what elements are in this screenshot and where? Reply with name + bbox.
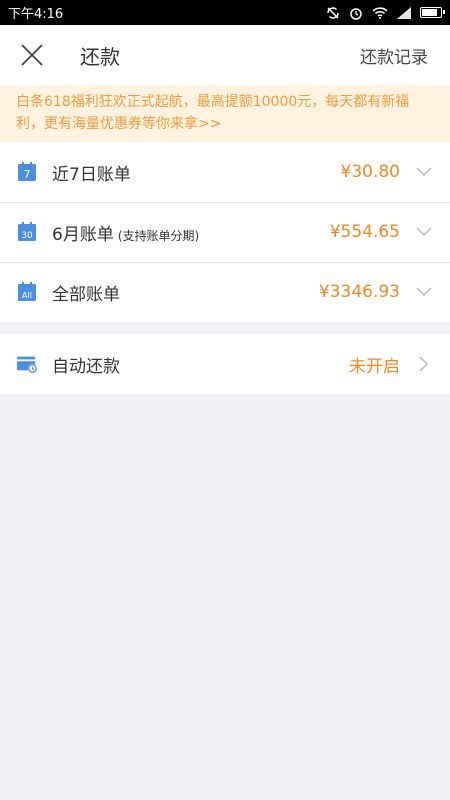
sync-off-icon xyxy=(326,6,340,20)
bill-row-june[interactable]: 30 6月账单 (支持账单分期) ¥554.65 xyxy=(0,202,450,262)
navigation-bar: 还款 还款记录 xyxy=(0,25,450,85)
signal-icon xyxy=(397,6,411,19)
close-button[interactable] xyxy=(0,25,64,85)
calendar-30-icon: 30 xyxy=(16,221,38,243)
status-icons xyxy=(326,6,445,20)
bill-label: 全部账单 xyxy=(52,280,319,305)
promo-notice[interactable]: 白条618福利狂欢正式起航，最高提额10000元，每天都有新福利，更有海量优惠券… xyxy=(0,85,450,142)
bill-amount: ¥30.80 xyxy=(340,162,400,182)
bill-row-all[interactable]: All 全部账单 ¥3346.93 xyxy=(0,262,450,322)
autopay-label: 自动还款 xyxy=(52,352,349,377)
bill-label: 近7日账单 xyxy=(52,160,341,185)
bill-list: 7 近7日账单 ¥30.80 30 6月账单 (支持账单分期) ¥554.65 xyxy=(0,142,450,322)
chevron-right-icon xyxy=(414,354,434,374)
alarm-icon xyxy=(349,6,363,20)
calendar-7-icon: 7 xyxy=(16,161,38,183)
bill-amount: ¥554.65 xyxy=(329,222,400,242)
chevron-down-icon xyxy=(414,282,434,302)
svg-text:All: All xyxy=(22,291,32,300)
autopay-title: 自动还款 xyxy=(52,356,120,377)
autopay-card-icon xyxy=(16,353,38,375)
bill-title: 6月账单 xyxy=(52,224,114,245)
autopay-section: 自动还款 未开启 xyxy=(0,334,450,394)
bill-row-7days[interactable]: 7 近7日账单 ¥30.80 xyxy=(0,142,450,202)
chevron-down-icon xyxy=(414,162,434,182)
wifi-icon xyxy=(372,6,388,19)
bill-label: 6月账单 (支持账单分期) xyxy=(52,220,330,245)
bill-amount: ¥3346.93 xyxy=(318,282,400,302)
autopay-status: 未开启 xyxy=(349,356,400,377)
section-divider xyxy=(0,322,450,334)
bill-title: 近7日账单 xyxy=(52,164,131,185)
bill-title: 全部账单 xyxy=(52,284,120,305)
close-icon xyxy=(21,44,43,66)
page-title: 还款 xyxy=(80,44,120,69)
autopay-row[interactable]: 自动还款 未开启 xyxy=(0,334,450,394)
calendar-all-icon: All xyxy=(16,281,38,303)
status-time: 下午4:16 xyxy=(8,7,64,22)
battery-icon xyxy=(420,7,445,18)
bill-installment-note: (支持账单分期) xyxy=(117,228,200,243)
repayment-history-link[interactable]: 还款记录 xyxy=(360,25,428,85)
svg-text:30: 30 xyxy=(21,231,33,241)
status-bar: 下午4:16 xyxy=(0,0,450,25)
svg-text:7: 7 xyxy=(24,168,31,181)
chevron-down-icon xyxy=(414,222,434,242)
